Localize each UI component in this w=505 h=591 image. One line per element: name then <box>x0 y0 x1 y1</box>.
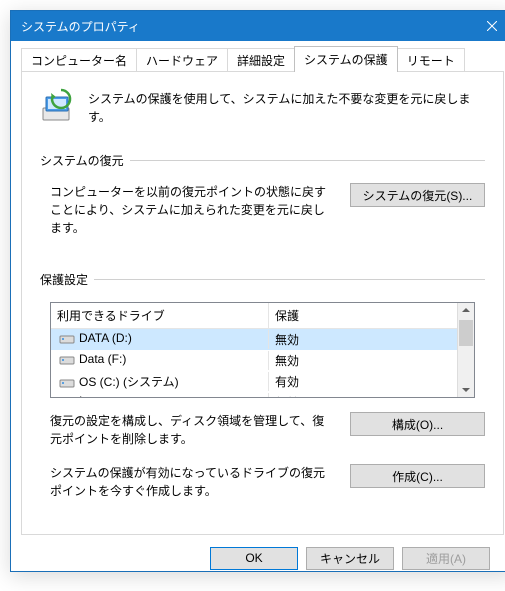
drive-status: 有効 <box>269 372 474 391</box>
drive-list-body: DATA (D:) 無効 Data (F:) 無効 OS (C:) (システム)… <box>51 329 474 398</box>
restore-heading-label: システムの復元 <box>40 152 124 169</box>
column-drive[interactable]: 利用できるドライブ <box>51 303 269 328</box>
tab-hardware[interactable]: ハードウェア <box>136 48 228 72</box>
tab-strip: コンピューター名 ハードウェア 詳細設定 システムの保護 リモート <box>21 49 504 71</box>
drive-name: DATA (D:) <box>79 331 132 345</box>
restore-row: コンピューターを以前の復元ポイントの状態に戻すことにより、システムに加えられた変… <box>40 183 485 237</box>
drive-name: Data (F:) <box>79 352 126 366</box>
configure-description: 復元の設定を構成し、ディスク領域を管理して、復元ポイントを削除します。 <box>40 412 330 448</box>
dialog-footer: OK キャンセル 適用(A) <box>21 535 504 581</box>
tab-remote[interactable]: リモート <box>397 48 465 72</box>
drive-name: Image <box>79 394 112 398</box>
close-button[interactable] <box>469 11 505 41</box>
window-title: システムのプロパティ <box>21 18 140 35</box>
configure-button[interactable]: 構成(O)... <box>350 412 485 436</box>
drive-status: 無効 <box>269 330 474 349</box>
column-status[interactable]: 保護 <box>269 303 474 328</box>
section-protect-heading: 保護設定 <box>40 271 485 288</box>
tab-system-protection[interactable]: システムの保護 <box>294 46 398 72</box>
drive-list[interactable]: 利用できるドライブ 保護 DATA (D:) 無効 Data (F:) 無効 O… <box>50 302 475 398</box>
intro-text: システムの保護を使用して、システムに加えた不要な変更を元に戻します。 <box>88 90 485 126</box>
tab-panel-system-protection: システムの保護を使用して、システムに加えた不要な変更を元に戻します。 システムの… <box>21 71 504 535</box>
divider <box>130 160 485 161</box>
drive-icon <box>59 396 75 398</box>
close-icon <box>487 21 497 31</box>
create-button[interactable]: 作成(C)... <box>350 464 485 488</box>
create-description: システムの保護が有効になっているドライブの復元ポイントを今すぐ作成します。 <box>40 464 330 500</box>
drive-row[interactable]: Image 無効 <box>51 392 474 398</box>
shield-restore-icon <box>40 88 76 124</box>
tab-advanced[interactable]: 詳細設定 <box>227 48 295 72</box>
restore-description: コンピューターを以前の復元ポイントの状態に戻すことにより、システムに加えられた変… <box>40 183 330 237</box>
drive-row[interactable]: DATA (D:) 無効 <box>51 329 474 350</box>
section-restore-heading: システムの復元 <box>40 152 485 169</box>
intro-block: システムの保護を使用して、システムに加えた不要な変更を元に戻します。 <box>40 88 485 126</box>
dialog-body: コンピューター名 ハードウェア 詳細設定 システムの保護 リモート システムの保… <box>11 41 505 591</box>
system-restore-button[interactable]: システムの復元(S)... <box>350 183 485 207</box>
create-row: システムの保護が有効になっているドライブの復元ポイントを今すぐ作成します。 作成… <box>40 464 485 500</box>
drive-icon <box>59 333 75 345</box>
configure-row: 復元の設定を構成し、ディスク領域を管理して、復元ポイントを削除します。 構成(O… <box>40 412 485 448</box>
ok-button[interactable]: OK <box>210 547 298 570</box>
scrollbar-thumb[interactable] <box>459 320 473 346</box>
drive-status: 無効 <box>269 393 474 398</box>
drive-icon <box>59 354 75 366</box>
apply-button: 適用(A) <box>402 547 490 570</box>
system-properties-window: システムのプロパティ コンピューター名 ハードウェア 詳細設定 システムの保護 … <box>10 10 505 572</box>
titlebar[interactable]: システムのプロパティ <box>11 11 505 41</box>
drive-icon <box>59 377 75 389</box>
scrollbar[interactable] <box>457 303 474 397</box>
tab-computer-name[interactable]: コンピューター名 <box>21 48 137 72</box>
drive-status: 無効 <box>269 351 474 370</box>
protect-heading-label: 保護設定 <box>40 271 88 288</box>
drive-row[interactable]: OS (C:) (システム) 有効 <box>51 371 474 392</box>
drive-list-header: 利用できるドライブ 保護 <box>51 303 474 329</box>
drive-row[interactable]: Data (F:) 無効 <box>51 350 474 371</box>
drive-name: OS (C:) (システム) <box>79 375 179 389</box>
divider <box>94 279 485 280</box>
cancel-button[interactable]: キャンセル <box>306 547 394 570</box>
